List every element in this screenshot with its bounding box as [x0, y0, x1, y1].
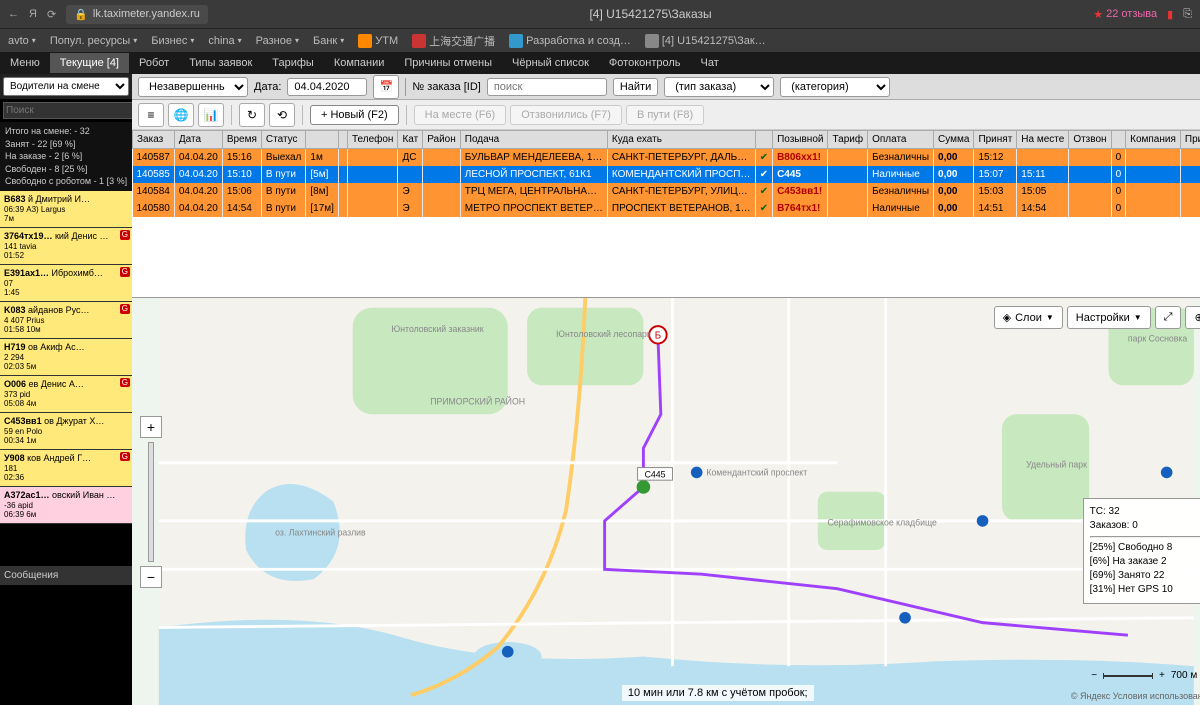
map-settings-button[interactable]: Настройки▼	[1067, 306, 1151, 329]
zoom-in-button[interactable]: +	[140, 416, 162, 438]
menu-item[interactable]: Фотоконтроль	[599, 53, 691, 73]
sidebar: Водители на смене 🔍 Итого на смене: - 32…	[0, 74, 132, 705]
bookmark-item[interactable]: 上海交通广播	[412, 33, 495, 49]
refresh-icon[interactable]: ↻	[239, 103, 265, 127]
bookmarks-bar: avto▾ Попул. ресурсы▾ Бизнес▾ china▾ Разное▾…	[0, 28, 1200, 52]
svg-text:ПРИМОРСКИЙ РАЙОН: ПРИМОРСКИЙ РАЙОН	[430, 396, 525, 407]
bookmark-item[interactable]: УТМ	[358, 34, 398, 48]
svg-text:Б: Б	[655, 331, 661, 342]
zoom-out-button[interactable]: −	[140, 566, 162, 588]
back-icon[interactable]: ←	[8, 8, 19, 20]
find-button[interactable]: Найти	[613, 78, 658, 96]
map-zoom-controls: + −	[140, 416, 162, 588]
date-input[interactable]	[287, 78, 367, 96]
reload-icon[interactable]: ⟳	[47, 8, 56, 21]
zoom-slider[interactable]	[148, 442, 154, 562]
bookmark-flag-icon[interactable]: ▮	[1167, 8, 1173, 21]
svg-text:парк Сосновка: парк Сосновка	[1128, 334, 1187, 344]
disabled-action: В пути (F8)	[626, 105, 704, 125]
order-id-label: № заказа [ID]	[412, 81, 480, 93]
driver-item[interactable]: A372ac1… овский Иван …-36 apid06:39 6м	[0, 487, 132, 524]
yandex-icon[interactable]: Я	[29, 8, 37, 20]
extension-icon[interactable]: ⎘	[1183, 8, 1192, 21]
new-order-button[interactable]: + Новый (F2)	[310, 105, 399, 125]
filters-toolbar: Незавершенные Дата: 📅 № заказа [ID] Найт…	[132, 74, 1200, 100]
disabled-action: На месте (F6)	[414, 105, 507, 125]
svg-text:Юнтоловский заказник: Юнтоловский заказник	[391, 324, 483, 334]
bookmark-item[interactable]: Бизнес▾	[151, 35, 194, 47]
menu-item[interactable]: Причины отмены	[394, 53, 502, 73]
driver-item[interactable]: 3764тх19… кий Денис …141 tavia01:52 G	[0, 228, 132, 265]
svg-text:оз. Лахтинский разлив: оз. Лахтинский разлив	[275, 527, 366, 537]
menu-item[interactable]: Чёрный список	[502, 53, 599, 73]
map-stats-panel: ТС: 32 Заказов: 0 [25%] Свободно 8[6%] Н…	[1083, 498, 1200, 604]
driver-item[interactable]: У908 ков Андрей Г…181 02:36 G	[0, 450, 132, 487]
messages-header[interactable]: Сообщения	[0, 566, 132, 585]
order-search-input[interactable]	[487, 78, 607, 96]
table-row[interactable]: 14058504.04.2015:10В пути[5м]ЛЕСНОЙ ПРОС…	[133, 166, 1200, 183]
menu-item[interactable]: Тарифы	[262, 53, 324, 73]
menu-item[interactable]: Чат	[691, 53, 729, 73]
driver-filter-select[interactable]: Водители на смене	[3, 77, 129, 96]
url-bar[interactable]: 🔒 lk.taximeter.yandex.ru	[66, 5, 208, 24]
type-filter[interactable]: (тип заказа)	[664, 77, 774, 97]
table-row[interactable]: 14058704.04.2015:16Выехал1мДСБУЛЬВАР МЕН…	[133, 149, 1200, 167]
calendar-icon[interactable]: 📅	[373, 75, 399, 99]
sidebar-stats: Итого на смене: - 32Занят - 22 [69 %]На …	[0, 122, 132, 191]
category-filter[interactable]: (категория)	[780, 77, 890, 97]
map-attribution: © Яндекс Условия использования	[1071, 691, 1200, 701]
menu-item[interactable]: Текущие [4]	[50, 53, 129, 73]
route-info: 10 мин или 7.8 км с учётом пробок;	[622, 685, 814, 701]
url-text: lk.taximeter.yandex.ru	[93, 8, 200, 20]
content-area: Незавершенные Дата: 📅 № заказа [ID] Найт…	[132, 74, 1200, 705]
table-row[interactable]: 14058004.04.2014:54В пути[17м]ЭМЕТРО ПРО…	[133, 200, 1200, 217]
orders-table: ЗаказДатаВремяСтатусТелефонКатРайонПодач…	[132, 130, 1200, 297]
bookmark-item[interactable]: [4] U15421275\Зак…	[645, 34, 766, 48]
map-top-controls: ◈Слои▼ Настройки▼ ⤢ ⊕	[994, 306, 1200, 329]
driver-item[interactable]: C453вв1 ов Джурат Х…59 en Polo00:34 1м	[0, 413, 132, 450]
reviews-badge[interactable]: ★22 отзыва	[1093, 8, 1157, 21]
chart-icon[interactable]: 📊	[198, 103, 224, 127]
table-row[interactable]: 14058404.04.2015:06В пути[8м]ЭТРЦ МЕГА, …	[133, 183, 1200, 200]
browser-chrome: ← Я ⟳ 🔒 lk.taximeter.yandex.ru [4] U1542…	[0, 0, 1200, 28]
bookmark-item[interactable]: Попул. ресурсы▾	[50, 35, 137, 47]
status-filter[interactable]: Незавершенные	[138, 77, 248, 97]
driver-item[interactable]: H719 ов Акиф Ас…2 294 02:03 5м	[0, 339, 132, 376]
fullscreen-icon[interactable]: ⤢	[1155, 306, 1182, 329]
driver-item[interactable]: E391ax1… Иброхимб…07 1:45 G	[0, 265, 132, 302]
tab-title: [4] U15421275\Заказы	[218, 7, 1083, 21]
location-icon[interactable]: ⊕	[1185, 306, 1200, 329]
driver-item[interactable]: K083 айданов Рус…4 407 Prius01:58 10мG	[0, 302, 132, 339]
map[interactable]: Б C445 Комендантский проспект ПРИМОРСКИЙ…	[132, 297, 1200, 705]
sidebar-search-input[interactable]	[3, 102, 141, 119]
globe-icon[interactable]: 🌐	[168, 103, 194, 127]
app-menu: МенюТекущие [4]РоботТипы заявокТарифыКом…	[0, 52, 1200, 74]
icon-toolbar: ≡ 🌐 📊 ↻ ⟲ + Новый (F2) На месте (F6)Отзв…	[132, 100, 1200, 130]
lock-icon: 🔒	[74, 8, 88, 21]
layers-button[interactable]: ◈Слои▼	[994, 306, 1063, 329]
sync-icon[interactable]: ⟲	[269, 103, 295, 127]
disabled-action: Отзвонились (F7)	[510, 105, 622, 125]
map-scale: −+ 700 м ▦	[1091, 670, 1200, 681]
svg-text:Комендантский проспект: Комендантский проспект	[706, 467, 807, 477]
menu-item[interactable]: Робот	[129, 53, 179, 73]
drivers-list: B683 й Дмитрий И…06:39 А3) Largus7м 3764…	[0, 191, 132, 566]
menu-item[interactable]: Типы заявок	[179, 53, 262, 73]
svg-text:C445: C445	[645, 469, 666, 479]
svg-text:Юнтоловский лесопарк: Юнтоловский лесопарк	[556, 329, 651, 339]
bookmark-item[interactable]: Разное▾	[256, 35, 299, 47]
menu-item[interactable]: Компании	[324, 53, 395, 73]
bookmark-item[interactable]: Банк▾	[313, 35, 344, 47]
bookmark-item[interactable]: Разработка и созд…	[509, 34, 631, 48]
list-icon[interactable]: ≡	[138, 103, 164, 127]
table-header-row: ЗаказДатаВремяСтатусТелефонКатРайонПодач…	[133, 131, 1200, 149]
svg-text:Удельный парк: Удельный парк	[1026, 460, 1087, 470]
driver-item[interactable]: B683 й Дмитрий И…06:39 А3) Largus7м	[0, 191, 132, 228]
date-label: Дата:	[254, 81, 281, 93]
bookmark-item[interactable]: avto▾	[8, 35, 36, 47]
svg-text:Серафимовское кладбище: Серафимовское кладбище	[828, 518, 938, 528]
bookmark-item[interactable]: china▾	[208, 35, 241, 47]
driver-item[interactable]: O006 ев Денис А…373 pid05:08 4мG	[0, 376, 132, 413]
menu-item[interactable]: Меню	[0, 53, 50, 73]
